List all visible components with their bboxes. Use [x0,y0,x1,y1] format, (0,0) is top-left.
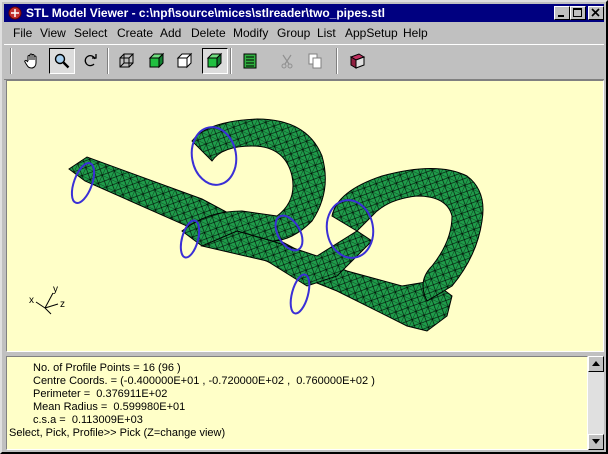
shaded-box-icon [148,52,165,69]
output-line: Perimeter = 0.376911E+02 [33,388,168,400]
close-button[interactable] [588,6,604,20]
menu-appsetup[interactable]: AppSetup [345,26,398,40]
stl-model-canvas[interactable]: x y z [7,81,604,352]
help-book-button[interactable] [344,48,370,74]
scroll-up-button[interactable] [588,356,604,372]
axis-label-x: x [29,295,34,306]
copy-icon [308,53,322,69]
zoom-magnifier-icon [54,53,70,69]
toolbar-separator [336,48,338,74]
command-prompt: Select, Pick, Profile>> Pick (Z=change v… [9,427,226,439]
menu-help[interactable]: Help [403,26,428,40]
menu-view[interactable]: View [40,26,66,40]
title-bar[interactable]: STL Model Viewer - c:\npf\source\mices\s… [4,4,604,22]
cut-icon [281,54,293,69]
menu-select[interactable]: Select [74,26,107,40]
output-console[interactable]: No. of Profile Points = 16 (96 ) Centre … [6,356,588,450]
menu-list[interactable]: List [317,26,336,40]
maximize-button[interactable] [570,6,586,20]
toolbar-separator [10,48,12,74]
rotate-button[interactable] [78,48,104,74]
model-viewport[interactable]: x y z [6,80,604,352]
toolbar-separator [230,48,232,74]
app-icon [8,6,22,20]
shaded-box-pressed-icon [206,52,223,69]
list-button[interactable] [237,48,263,74]
axis-label-z: z [60,299,65,310]
menu-delete[interactable]: Delete [191,26,226,40]
arrow-down-icon [592,439,600,444]
menu-group[interactable]: Group [277,26,310,40]
hand-pan-icon [24,53,37,69]
toolbar-separator [107,48,109,74]
wireframe-view-button[interactable] [114,48,140,74]
shaded-view-button[interactable] [144,48,170,74]
menu-create[interactable]: Create [117,26,153,40]
maximize-icon [573,8,582,17]
scroll-down-button[interactable] [588,434,604,450]
window-title: STL Model Viewer - c:\npf\source\mices\s… [26,6,385,20]
hidden-line-view-button[interactable] [172,48,198,74]
toolbar [4,44,604,80]
cut-button[interactable] [274,48,300,74]
arrow-up-icon [592,361,600,366]
shaded-mesh-view-button[interactable] [202,48,228,74]
wireframe-box-icon [119,53,135,68]
minimize-icon [558,15,564,17]
output-line: Mean Radius = 0.599980E+01 [33,401,186,413]
app-window: STL Model Viewer - c:\npf\source\mices\s… [0,0,608,454]
pan-button[interactable] [19,48,45,74]
book-icon [349,53,366,69]
menu-add[interactable]: Add [160,26,181,40]
output-line: No. of Profile Points = 16 (96 ) [33,362,181,374]
list-table-icon [243,53,257,69]
output-line: c.s.a = 0.113009E+03 [33,414,143,426]
menu-bar: File View Select Create Add Delete Modif… [4,24,604,42]
axis-triad [35,292,59,315]
close-icon [591,8,600,17]
output-line: Centre Coords. = (-0.400000E+01 , -0.720… [33,375,375,387]
menu-file[interactable]: File [13,26,32,40]
minimize-button[interactable] [554,6,570,20]
rotate-icon [84,54,97,67]
hidden-line-box-icon [176,52,193,69]
output-scrollbar[interactable] [588,356,604,450]
zoom-button[interactable] [49,48,75,74]
axis-label-y: y [53,284,58,295]
menu-modify[interactable]: Modify [233,26,268,40]
copy-button[interactable] [302,48,328,74]
